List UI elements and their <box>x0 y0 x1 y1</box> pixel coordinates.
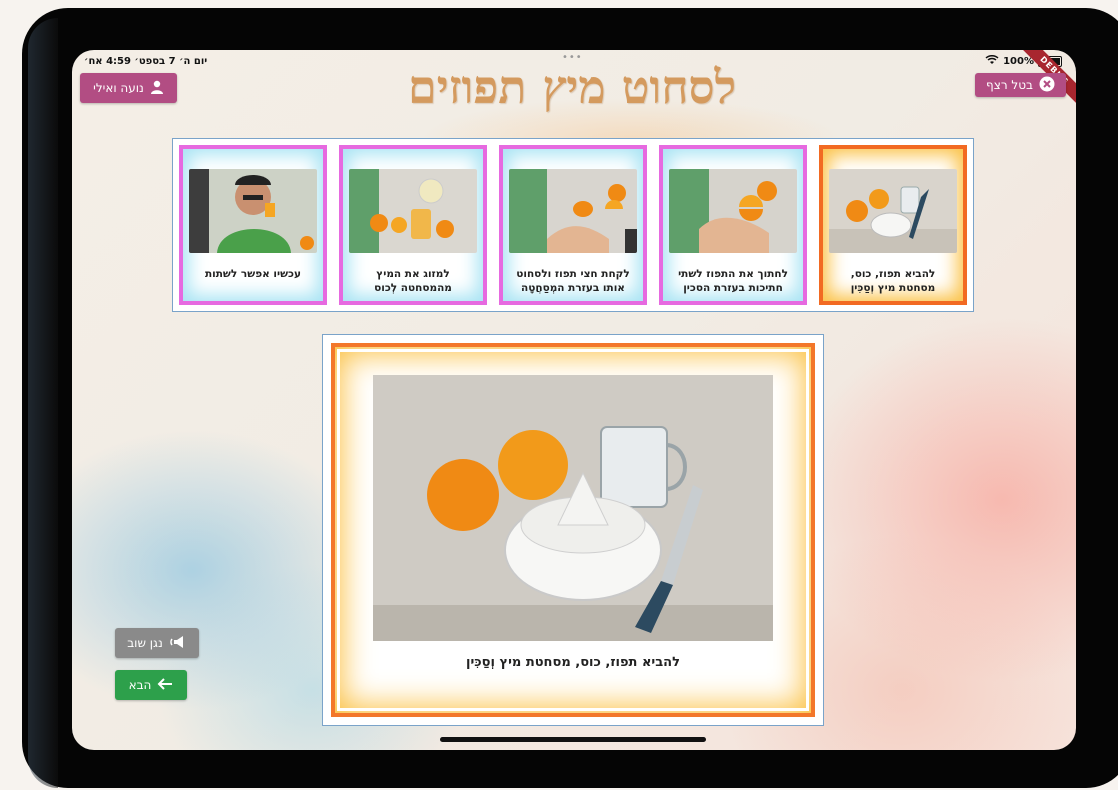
step-caption-3: לקחת חצי תפוז ולסחוט אותו בעזרת המְסַחֲט… <box>516 268 630 294</box>
app-screen: יום ה׳ 7 בספט׳ 4:59 אח׳ ••• 100% DEBUG נ… <box>72 50 1076 750</box>
tablet-edge <box>28 18 58 788</box>
step-image-5 <box>189 169 317 253</box>
close-circle-icon <box>1039 76 1055 95</box>
step-caption-1: להביא תפוז, כוס, מסחטת מיץ וְסַכִּין <box>850 268 936 294</box>
current-step-image <box>373 375 773 641</box>
step-image-2 <box>669 169 797 253</box>
step-image-1 <box>829 169 957 253</box>
step-card-3[interactable]: לקחת חצי תפוז ולסחוט אותו בעזרת המְסַחֲט… <box>493 139 653 311</box>
steps-strip: להביא תפוז, כוס, מסחטת מיץ וְסַכִּין לחת… <box>172 138 974 312</box>
user-button-label: נועה ואילי <box>93 81 144 95</box>
step-caption-2: לחתוך את התפוז לשתי חתיכות בעזרת הסכין <box>678 268 788 294</box>
arrow-left-icon <box>157 677 173 694</box>
next-button[interactable]: הבא <box>115 670 187 700</box>
home-indicator[interactable] <box>440 737 706 742</box>
current-step-panel: להביא תפוז, כוס, מסחטת מיץ וְסַכִּין <box>322 334 824 726</box>
user-button[interactable]: נועה ואילי <box>80 73 177 103</box>
step-image-4 <box>349 169 477 253</box>
step-card-1[interactable]: להביא תפוז, כוס, מסחטת מיץ וְסַכִּין <box>813 139 973 311</box>
step-image-3 <box>509 169 637 253</box>
battery-percent: 100% <box>1003 56 1034 67</box>
step-card-4[interactable]: למזוג את המיץ מהמסחטה לְכוס <box>333 139 493 311</box>
person-icon <box>150 80 164 97</box>
status-datetime: יום ה׳ 7 בספט׳ 4:59 אח׳ <box>84 56 208 67</box>
replay-button[interactable]: נגן שוב <box>115 628 199 658</box>
cancel-button-label: בטל רצף <box>986 78 1033 92</box>
speaker-icon <box>169 635 187 652</box>
cancel-sequence-button[interactable]: בטל רצף <box>975 73 1066 97</box>
step-card-5[interactable]: עכשיו אפשר לשתות <box>173 139 333 311</box>
page-title: לסחוט מיץ תפוזים <box>407 60 737 114</box>
step-card-2[interactable]: לחתוך את התפוז לשתי חתיכות בעזרת הסכין <box>653 139 813 311</box>
replay-button-label: נגן שוב <box>127 636 163 650</box>
current-step-caption: להביא תפוז, כוס, מסחטת מיץ וְסַכִּין <box>466 655 680 670</box>
next-button-label: הבא <box>128 678 152 692</box>
step-caption-5: עכשיו אפשר לשתות <box>204 268 301 280</box>
step-caption-4: למזוג את המיץ מהמסחטה לְכוס <box>374 268 452 294</box>
wifi-icon <box>985 54 999 68</box>
